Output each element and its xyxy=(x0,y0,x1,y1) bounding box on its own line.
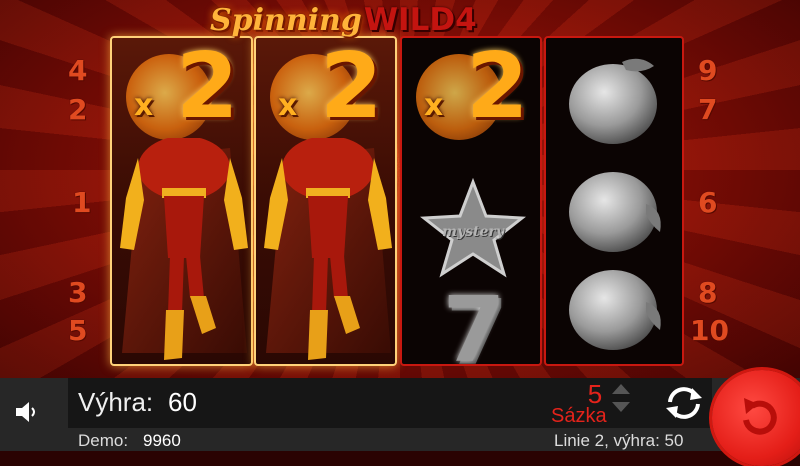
payline-number-right: 10 xyxy=(690,314,729,347)
bet-decrease-arrow-icon[interactable] xyxy=(612,402,630,412)
win-value: 60 xyxy=(168,387,197,417)
reel-3: x 2 mystery 7 xyxy=(400,36,542,366)
superhero-wild-icon xyxy=(120,138,248,360)
multiplier-value: 2 xyxy=(466,36,529,139)
multiplier-value: 2 xyxy=(320,36,383,139)
game-logo: Spinning WILD4 xyxy=(210,2,477,42)
multiplier-value: 2 xyxy=(176,36,239,139)
spin-arrow-icon xyxy=(743,398,777,435)
reel-4 xyxy=(544,36,684,366)
multiplier-symbol: x 2 xyxy=(120,42,245,148)
payline-number-left: 4 xyxy=(68,54,88,87)
speaker-icon[interactable] xyxy=(14,400,40,424)
payline-number-right: 8 xyxy=(698,276,718,309)
bet-label: Sázka xyxy=(551,405,607,427)
superhero-wild-icon xyxy=(264,138,392,360)
payline-number-left: 2 xyxy=(68,93,88,126)
payline-number-right: 6 xyxy=(698,186,718,219)
game-stage: Spinning WILD4 4 2 1 3 5 9 7 6 8 10 x 2 xyxy=(0,0,800,378)
orange-icon xyxy=(569,270,661,350)
logo-text-wild4: WILD4 xyxy=(363,2,477,38)
payline-number-right: 7 xyxy=(698,93,718,126)
seven-symbol-icon: 7 xyxy=(442,278,506,366)
payline-number-left: 1 xyxy=(72,186,92,219)
logo-text-spinning: Spinning xyxy=(210,3,362,38)
multiplier-prefix: x xyxy=(424,88,444,123)
orange-icon xyxy=(569,172,661,252)
balance-value: 9960 xyxy=(143,431,181,450)
multiplier-prefix: x xyxy=(278,88,298,123)
autoplay-arrows-icon[interactable] xyxy=(662,384,706,422)
spin-button[interactable] xyxy=(712,370,800,466)
bet-increase-arrow-icon[interactable] xyxy=(612,384,630,394)
balance-label: Demo: xyxy=(78,431,129,450)
reel-2: x 2 xyxy=(254,36,397,366)
payline-number-right: 9 xyxy=(698,54,718,87)
mystery-label: mystery xyxy=(442,224,504,240)
line-win-info: Linie 2, výhra: 50 xyxy=(554,431,684,450)
win-label: Výhra: xyxy=(78,387,154,417)
orange-icon xyxy=(569,58,657,144)
multiplier-symbol: x 2 xyxy=(410,42,535,148)
multiplier-prefix: x xyxy=(134,88,154,123)
payline-number-left: 5 xyxy=(68,314,88,347)
reel-1: x 2 xyxy=(110,36,253,366)
payline-number-left: 3 xyxy=(68,276,88,309)
multiplier-symbol: x 2 xyxy=(264,42,389,148)
